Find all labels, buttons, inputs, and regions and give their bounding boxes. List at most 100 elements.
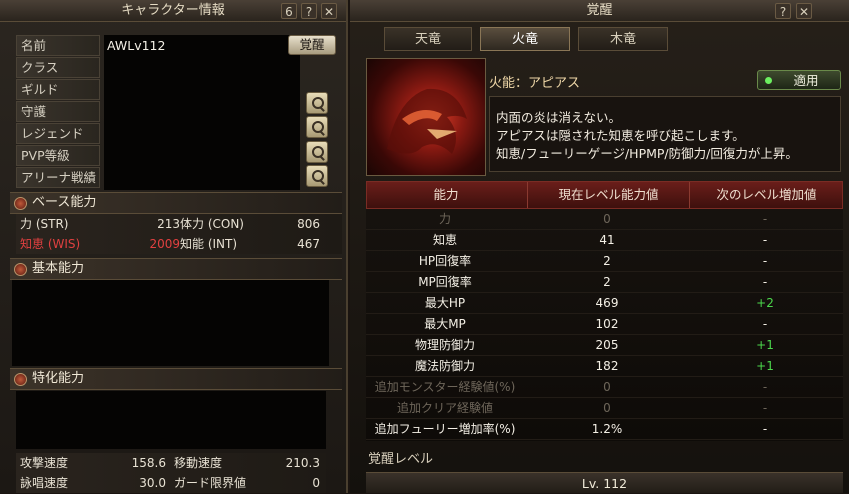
ability-table-body: 力 0 - 知恵 41 - HP回復率 2 - MP回復率 2 - 最大HP 469 +2 最大MP 102 - 物… [366,209,843,441]
description-line-1: 内面の炎は消えない。 [496,110,622,125]
ability-name-cell: 最大MP [424,317,466,331]
description-line-3: 知恵/フューリーゲージ/HPMP/防御力/回復力が上昇。 [496,146,798,161]
ability-name-cell: 追加クリア経験値 [396,401,493,415]
current-value-cell: 182 [595,359,619,373]
active-indicator-icon [765,77,772,84]
ability-name-cell: 力 [438,212,451,226]
awaken-level-value: Lv. 112 [366,472,843,493]
ability-description-box: 内面の炎は消えない。 アピアスは隠された知恵を呼び起こします。 知恵/フューリー… [489,96,841,172]
next-increase-cell: +2 [756,296,774,310]
basic-stats-title: 基本能力 [32,261,85,276]
con-value: 806 [297,217,320,231]
table-row: 追加クリア経験値 0 - [366,398,843,419]
dragon-icon [387,88,467,154]
next-increase-cell: - [762,422,768,436]
ability-name-cell: MP回復率 [418,275,472,289]
fire-dragon-portrait [366,58,486,176]
section-bullet-icon [14,197,27,210]
awaken-button[interactable]: 覚醒 [288,35,336,55]
current-value-cell: 41 [599,233,615,247]
current-value-cell: 1.2% [591,422,623,436]
next-increase-cell: - [762,254,768,268]
stat-row-cast-guard: 詠唱速度 30.0 ガード限界値 0 [16,473,326,493]
section-bullet-icon [14,373,27,386]
table-row: 力 0 - [366,209,843,230]
awaken-level-label: 覚醒レベル [368,452,434,467]
next-increase-cell: +1 [756,338,774,352]
int-label: 知能 (INT) [180,237,238,251]
table-row: 最大MP 102 - [366,314,843,335]
label-guardian: 守護 [16,101,100,122]
awakening-panel: 覚醒 ? ✕ 天竜 火竜 木竜 火能：アピアス 適用 内面の炎は消えない。 アピ… [350,0,849,493]
header-current-value: 現在レベル能力値 [527,182,689,208]
base-stats-header: ベース能力 [10,192,342,214]
next-increase-cell: +1 [756,359,774,373]
table-row: 追加フューリー増加率(%) 1.2% - [366,419,843,440]
stat-row-str-con: 力 (STR) 213 体力 (CON) 806 [16,214,342,234]
ability-name-cell: 物理防御力 [414,338,475,352]
info-values-box [104,35,300,190]
label-class: クラス [16,57,100,78]
attack-speed-label: 攻撃速度 [20,456,69,470]
cast-speed-label: 詠唱速度 [20,476,69,490]
table-row: 知恵 41 - [366,230,843,251]
label-legend: レジェンド [16,123,100,144]
special-stats-title: 特化能力 [32,371,85,386]
ability-name-cell: 追加フューリー増加率(%) [374,422,516,436]
tab-wood-dragon[interactable]: 木竜 [578,27,668,51]
character-info-panel: キャラクター情報 6 ? ✕ 名前 クラス ギルド 守護 レジェンド PVP等級… [0,0,348,493]
next-increase-cell: - [762,317,768,331]
close-icon[interactable]: ✕ [796,3,812,19]
str-value: 213 [157,217,180,231]
help-icon[interactable]: ? [301,3,317,19]
ability-name-cell: HP回復率 [418,254,472,268]
section-bullet-icon [14,263,27,276]
next-increase-cell: - [762,401,768,415]
character-name-value: AWLv112 [107,38,166,53]
stat-row-wis-int: 知恵 (WIS) 2009 知能 (INT) 467 [16,234,342,254]
table-row: 魔法防御力 182 +1 [366,356,843,377]
legend-search-icon[interactable] [306,116,328,138]
move-speed-value: 210.3 [285,456,320,470]
con-label: 体力 (CON) [180,217,244,231]
tab-fire-dragon[interactable]: 火竜 [480,27,570,51]
current-value-cell: 0 [603,380,611,394]
base-stats-title: ベース能力 [32,195,97,210]
next-increase-cell: - [762,233,768,247]
special-stats-header: 特化能力 [10,368,342,390]
awakening-title: 覚醒 [586,3,613,18]
table-row: 物理防御力 205 +1 [366,335,843,356]
current-value-cell: 2 [603,254,611,268]
wis-label: 知恵 (WIS) [20,237,81,251]
apply-button-label: 適用 [793,73,819,88]
attack-speed-value: 158.6 [131,456,166,470]
label-arena-record: アリーナ戦績 [16,167,100,188]
description-line-2: アピアスは隠された知恵を呼び起こします。 [496,128,745,143]
move-speed-label: 移動速度 [174,456,223,470]
ability-name: 火能：アピアス [489,76,581,91]
ability-table-header: 能力 現在レベル能力値 次のレベル増加値 [366,181,843,209]
help-icon[interactable]: ? [775,3,791,19]
ability-name-cell: 魔法防御力 [414,359,475,373]
tab-sky-dragon[interactable]: 天竜 [384,27,472,51]
cast-speed-value: 30.0 [139,476,166,490]
next-increase-cell: - [762,380,768,394]
close-icon[interactable]: ✕ [321,3,337,19]
ability-name-cell: 追加モンスター経験値(%) [374,380,516,394]
ability-name-cell: 最大HP [424,296,466,310]
apply-button[interactable]: 適用 [757,70,841,90]
current-value-cell: 205 [595,338,619,352]
arena-search-icon[interactable] [306,165,328,187]
guard-limit-label: ガード限界値 [174,476,247,490]
current-value-cell: 0 [603,401,611,415]
str-label: 力 (STR) [20,217,69,231]
lock-icon[interactable]: 6 [281,3,297,19]
guardian-search-icon[interactable] [306,92,328,114]
character-info-title: キャラクター情報 [121,3,225,18]
header-ability: 能力 [433,187,459,202]
pvp-search-icon[interactable] [306,141,328,163]
current-value-cell: 102 [595,317,619,331]
guard-limit-value: 0 [312,476,320,490]
next-increase-cell: - [762,275,768,289]
stat-row-speed: 攻撃速度 158.6 移動速度 210.3 [16,453,326,473]
